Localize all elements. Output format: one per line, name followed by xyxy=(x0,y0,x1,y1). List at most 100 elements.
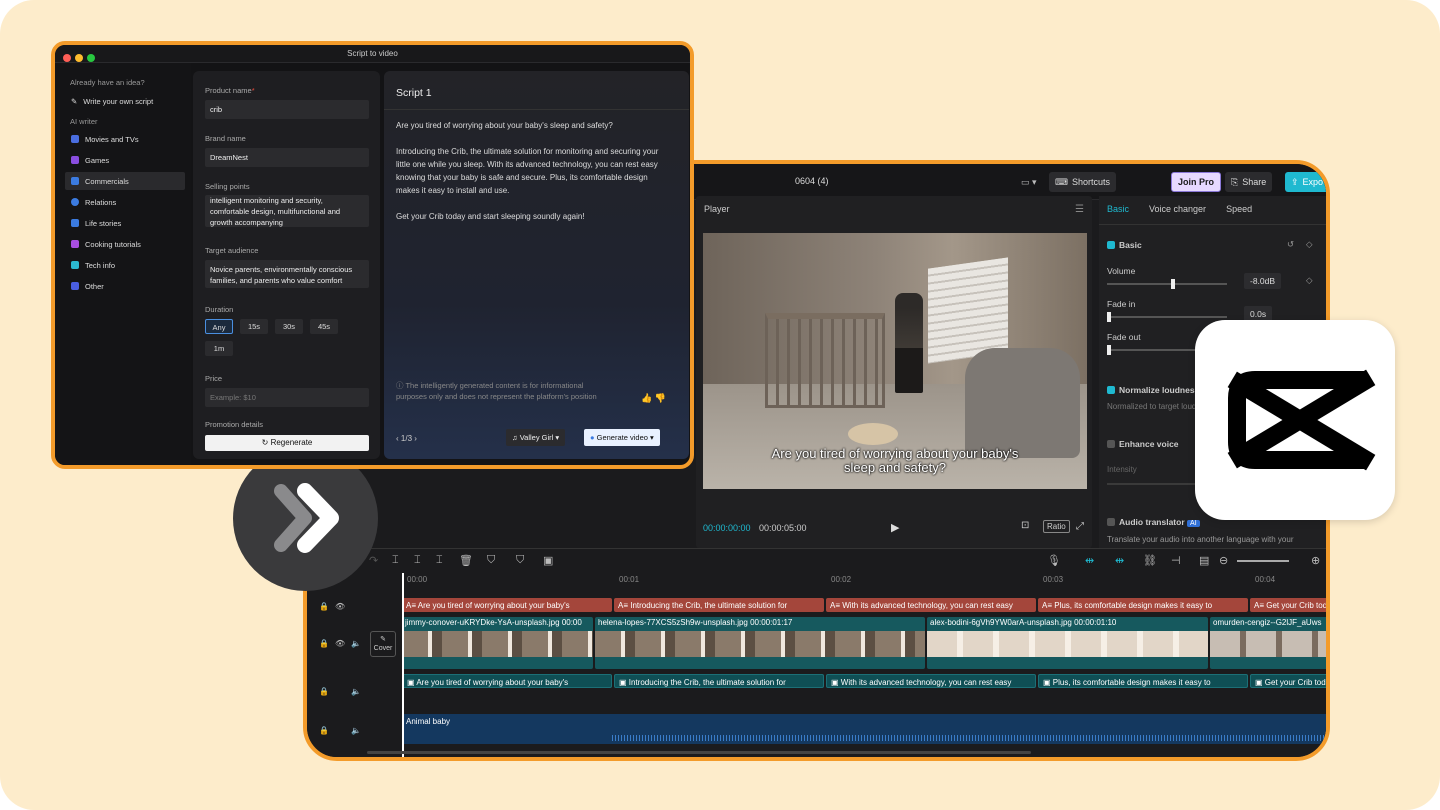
zoom-fit-icon[interactable]: ⊡ xyxy=(1021,520,1029,531)
ratio-button[interactable]: Ratio xyxy=(1043,520,1070,533)
sidebar-item-write-own[interactable]: ✎Write your own script xyxy=(65,92,185,110)
sidebar-item-life-stories[interactable]: Life stories xyxy=(65,214,185,232)
link-clips-icon[interactable]: ⇹ xyxy=(1115,554,1124,567)
duration-30s[interactable]: 30s xyxy=(275,319,303,334)
join-pro-button[interactable]: Join Pro xyxy=(1171,172,1221,192)
horizontal-scrollbar[interactable] xyxy=(367,751,1031,754)
shield-icon[interactable]: ⛉ xyxy=(516,554,524,567)
duration-1m[interactable]: 1m xyxy=(205,341,233,356)
reset-icon[interactable]: ↺ xyxy=(1287,239,1294,250)
playhead[interactable] xyxy=(402,573,404,761)
brand-name-label: Brand name xyxy=(205,134,246,143)
fade-in-knob[interactable] xyxy=(1107,312,1111,322)
sidebar-item-other[interactable]: Other xyxy=(65,277,185,295)
shortcuts-button[interactable]: ⌨Shortcuts xyxy=(1049,172,1116,192)
video-clip[interactable]: helena-lopes-77XCS5zSh9w-unsplash.jpg 00… xyxy=(595,617,925,669)
preview-icon[interactable]: ▤ xyxy=(1199,554,1209,567)
text-clip[interactable]: A≡ Plus, its comfortable design makes it… xyxy=(1038,598,1248,612)
text-clip[interactable]: A≡ With its advanced technology, you can… xyxy=(826,598,1036,612)
sidebar-item-cooking[interactable]: Cooking tutorials xyxy=(65,235,185,253)
normalize-row[interactable]: Normalize loudness xyxy=(1107,385,1199,395)
tab-voice-changer[interactable]: Voice changer xyxy=(1149,204,1206,214)
intensity-slider[interactable] xyxy=(1107,483,1197,485)
basic-section[interactable]: Basic xyxy=(1107,240,1142,250)
lock-icon[interactable]: 🔒 xyxy=(319,687,329,696)
price-input[interactable]: Example: $10 xyxy=(205,388,369,407)
link-main-track-icon[interactable]: ⇹ xyxy=(1085,554,1094,567)
chevron-right-icon[interactable]: › xyxy=(414,434,417,443)
product-name-input[interactable]: crib xyxy=(205,100,369,119)
layout-icon[interactable]: ▭ ▾ xyxy=(1015,172,1043,192)
volume-keyframe-icon[interactable]: ◇ xyxy=(1306,275,1313,286)
fade-out-knob[interactable] xyxy=(1107,345,1111,355)
text-clip[interactable]: A≡ Are you tired of worrying about your … xyxy=(402,598,612,612)
cover-button[interactable]: ✎Cover xyxy=(370,631,396,657)
fade-in-slider[interactable] xyxy=(1107,316,1227,318)
text-clip[interactable]: A≡ Introducing the Crib, the ultimate so… xyxy=(614,598,824,612)
caption-clip[interactable]: ▣ Plus, its comfortable design makes it … xyxy=(1038,674,1248,688)
microphone-icon[interactable]: 🎙 xyxy=(1047,554,1061,567)
tab-basic[interactable]: Basic xyxy=(1107,204,1129,214)
video-preview[interactable]: Are you tired of worrying about your bab… xyxy=(703,233,1087,489)
generate-video-button[interactable]: ● Generate video ▾ xyxy=(584,429,660,446)
zoom-out-icon[interactable]: ⊖ xyxy=(1219,554,1228,567)
export-button[interactable]: ⇪Expo xyxy=(1285,172,1330,192)
thumbs-up-icon[interactable]: 👍 xyxy=(641,393,652,403)
sidebar-item-movies[interactable]: Movies and TVs xyxy=(65,130,185,148)
caption-clip[interactable]: ▣ With its advanced technology, you can … xyxy=(826,674,1036,688)
audio-clip[interactable]: Animal baby xyxy=(402,714,1330,744)
fade-out-slider[interactable] xyxy=(1107,349,1197,351)
video-clip[interactable]: jimmy-conover-uKRYDke-YsA-unsplash.jpg 0… xyxy=(402,617,593,669)
sidebar-item-games[interactable]: Games xyxy=(65,151,185,169)
thumbs-down-icon[interactable]: 👎 xyxy=(655,393,666,403)
regenerate-button[interactable]: ↻ Regenerate xyxy=(205,435,369,451)
lock-icon[interactable]: 🔒 xyxy=(319,602,329,611)
eye-icon[interactable]: 👁 xyxy=(335,639,345,648)
script-body[interactable]: Are you tired of worrying about your bab… xyxy=(396,119,664,236)
enhance-voice-row[interactable]: Enhance voice xyxy=(1107,439,1179,449)
audio-translator-row[interactable]: Audio translator AI xyxy=(1107,517,1200,527)
selling-points-input[interactable]: intelligent monitoring and security, com… xyxy=(205,195,369,227)
caption-clip[interactable]: ▣ Get your Crib tod xyxy=(1250,674,1330,688)
zoom-in-icon[interactable]: ⊕ xyxy=(1311,554,1320,567)
video-clip[interactable]: alex-bodini-6gVh9YW0arA-unsplash.jpg 00:… xyxy=(927,617,1208,669)
share-button[interactable]: ⎘Share xyxy=(1225,172,1272,192)
zoom-slider[interactable] xyxy=(1237,560,1289,562)
duration-15s[interactable]: 15s xyxy=(240,319,268,334)
caption-clip[interactable]: ▣ Introducing the Crib, the ultimate sol… xyxy=(614,674,824,688)
volume-value[interactable]: -8.0dB xyxy=(1244,273,1281,289)
caption-clip[interactable]: ▣ Are you tired of worrying about your b… xyxy=(402,674,612,688)
tab-speed[interactable]: Speed xyxy=(1226,204,1252,214)
duration-45s[interactable]: 45s xyxy=(310,319,338,334)
audio-icon[interactable]: 🔈 xyxy=(351,726,361,735)
fullscreen-icon[interactable]: ⤢ xyxy=(1076,521,1084,532)
image-icon[interactable]: ▣ xyxy=(543,554,553,567)
voice-select[interactable]: ♫ Valley Girl ▾ xyxy=(506,429,565,446)
split-icon[interactable]: ⌶ xyxy=(392,554,399,567)
split-right-icon[interactable]: ⌶ xyxy=(436,554,443,567)
audio-icon[interactable]: 🔈 xyxy=(351,639,361,648)
shield-check-icon[interactable]: ⛉ xyxy=(487,554,495,567)
text-clip[interactable]: A≡ Get your Crib tod xyxy=(1250,598,1330,612)
chevron-left-icon[interactable]: ‹ xyxy=(396,434,399,443)
menu-icon[interactable]: ☰ xyxy=(1075,204,1084,215)
video-clip[interactable]: omurden-cengiz--G2lJF_aUws xyxy=(1210,617,1330,669)
split-left-icon[interactable]: ⌶ xyxy=(414,554,421,567)
brand-name-input[interactable]: DreamNest xyxy=(205,148,369,167)
keyframe-icon[interactable]: ◇ xyxy=(1306,239,1313,250)
lock-icon[interactable]: 🔒 xyxy=(319,639,329,648)
play-icon[interactable]: ▶ xyxy=(891,521,899,534)
eye-icon[interactable]: 👁 xyxy=(335,602,345,611)
audio-icon[interactable]: 🔈 xyxy=(351,687,361,696)
lock-icon[interactable]: 🔒 xyxy=(319,726,329,735)
link-icon[interactable]: ⛓ xyxy=(1143,554,1157,567)
volume-slider[interactable] xyxy=(1107,283,1227,285)
sidebar-item-commercials[interactable]: Commercials xyxy=(65,172,185,190)
align-icon[interactable]: ⊣ xyxy=(1171,554,1181,567)
delete-icon[interactable]: 🗑 xyxy=(459,554,473,567)
sidebar-item-relations[interactable]: Relations xyxy=(65,193,185,211)
volume-knob[interactable] xyxy=(1171,279,1175,289)
duration-any[interactable]: Any xyxy=(205,319,233,334)
sidebar-item-tech-info[interactable]: Tech info xyxy=(65,256,185,274)
target-audience-input[interactable]: Novice parents, environmentally consciou… xyxy=(205,260,369,288)
